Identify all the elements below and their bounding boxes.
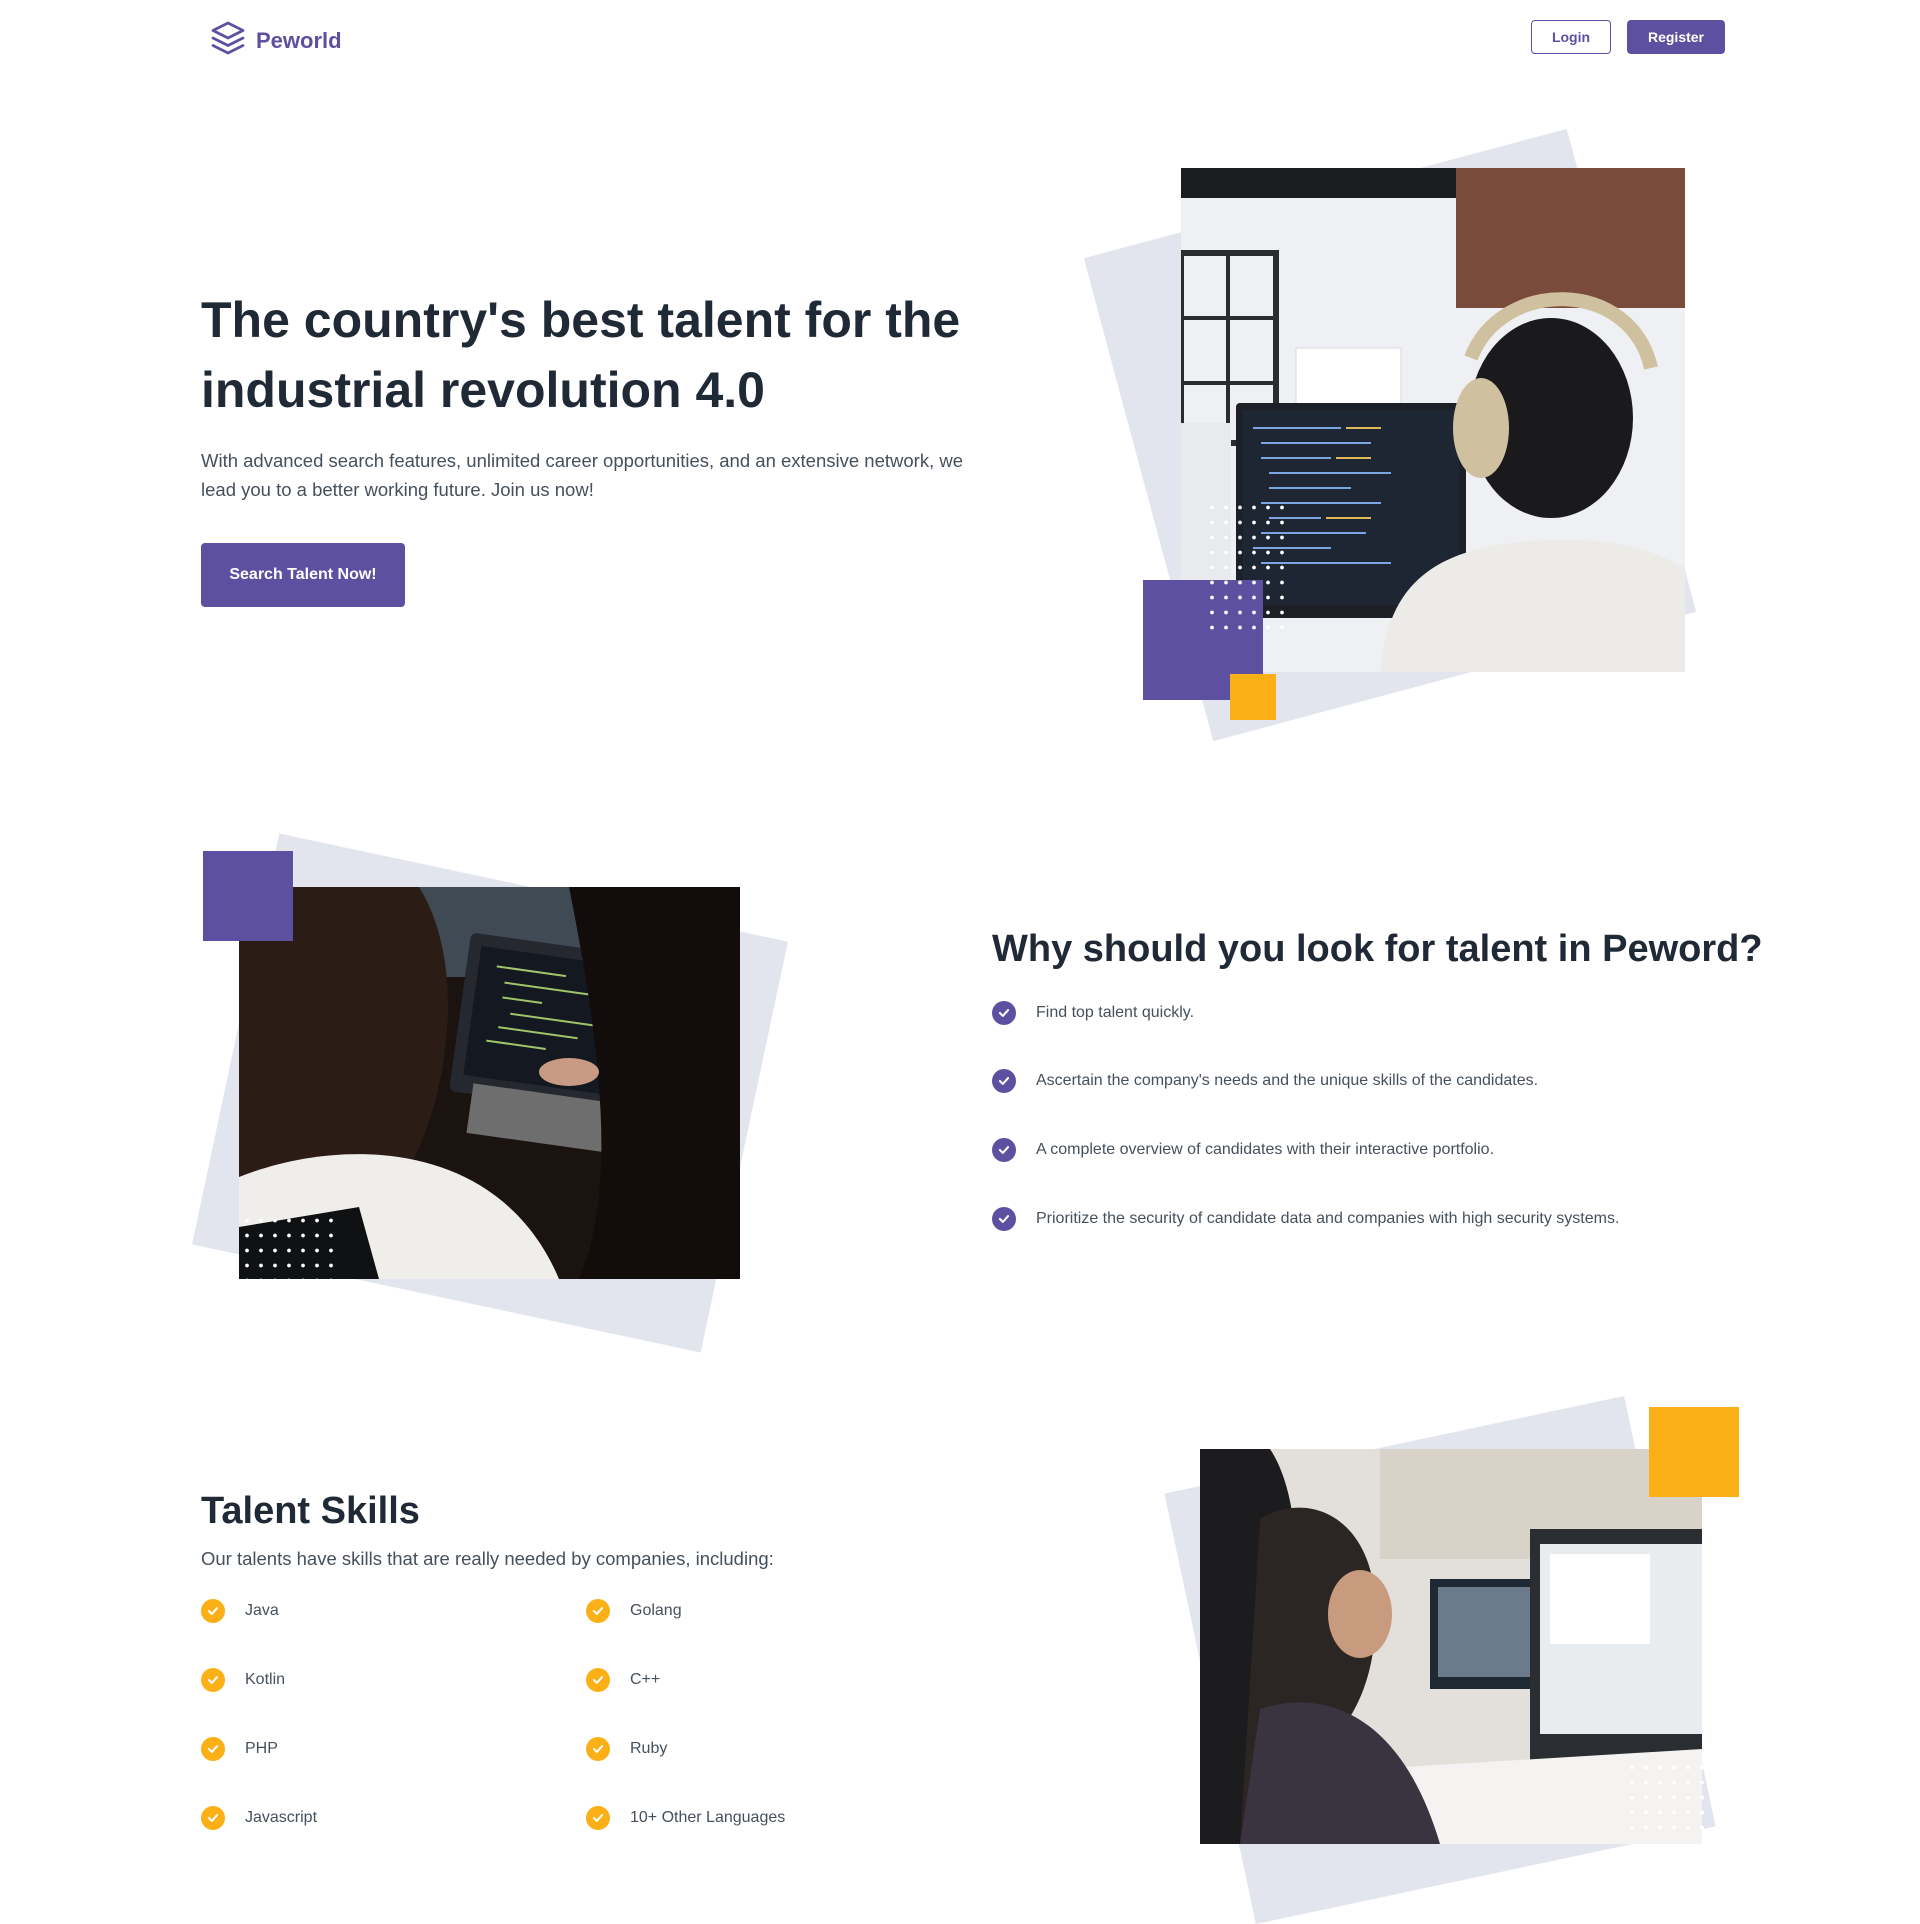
why-item-text: Prioritize the security of candidate dat… bbox=[1036, 1210, 1620, 1227]
skill-item: Kotlin bbox=[201, 1668, 285, 1692]
check-circle-icon bbox=[586, 1599, 610, 1623]
skills-dot-pattern bbox=[1625, 1760, 1705, 1840]
check-circle-icon bbox=[201, 1668, 225, 1692]
layers-icon bbox=[210, 20, 246, 61]
skills-yellow-square bbox=[1649, 1407, 1739, 1497]
check-circle-icon bbox=[586, 1668, 610, 1692]
skill-item: C++ bbox=[586, 1668, 660, 1692]
skills-image-group bbox=[1160, 1395, 1750, 1924]
skill-item: Java bbox=[201, 1599, 279, 1623]
skill-item: PHP bbox=[201, 1737, 278, 1761]
skill-label: Java bbox=[245, 1602, 279, 1619]
why-purple-square bbox=[203, 851, 293, 941]
login-button[interactable]: Login bbox=[1531, 20, 1611, 54]
why-item-text: Ascertain the company's needs and the un… bbox=[1036, 1072, 1539, 1089]
why-item: A complete overview of candidates with t… bbox=[992, 1138, 1494, 1162]
register-button[interactable]: Register bbox=[1627, 20, 1725, 54]
skill-label: C++ bbox=[630, 1671, 661, 1688]
skill-item: Javascript bbox=[201, 1806, 317, 1830]
brand-name: Peworld bbox=[256, 27, 342, 53]
why-item-text: A complete overview of candidates with t… bbox=[1036, 1141, 1495, 1158]
skill-label: Ruby bbox=[630, 1740, 668, 1757]
check-circle-icon bbox=[992, 1207, 1016, 1231]
check-circle-icon bbox=[992, 1001, 1016, 1025]
check-circle-icon bbox=[992, 1069, 1016, 1093]
check-circle-icon bbox=[586, 1737, 610, 1761]
why-item: Prioritize the security of candidate dat… bbox=[992, 1207, 1619, 1231]
check-circle-icon bbox=[201, 1737, 225, 1761]
why-dot-pattern bbox=[240, 1213, 340, 1281]
hero-image-group bbox=[1083, 115, 1740, 745]
why-item: Ascertain the company's needs and the un… bbox=[992, 1069, 1538, 1093]
check-circle-icon bbox=[586, 1806, 610, 1830]
skills-title: Talent Skills bbox=[201, 1490, 420, 1532]
search-talent-button[interactable]: Search Talent Now! bbox=[201, 543, 405, 607]
skills-subtitle: Our talents have skills that are really … bbox=[201, 1548, 774, 1569]
brand-logo[interactable]: Peworld bbox=[210, 20, 342, 61]
check-circle-icon bbox=[992, 1138, 1016, 1162]
skill-item: Golang bbox=[586, 1599, 682, 1623]
check-circle-icon bbox=[201, 1806, 225, 1830]
why-item: Find top talent quickly. bbox=[992, 1001, 1194, 1025]
why-item-text: Find top talent quickly. bbox=[1036, 1004, 1195, 1021]
skill-label: Golang bbox=[630, 1602, 682, 1619]
skill-item: Ruby bbox=[586, 1737, 667, 1761]
hero-subtitle: With advanced search features, unlimited… bbox=[201, 450, 963, 500]
skill-label: Kotlin bbox=[245, 1671, 286, 1688]
why-image-group bbox=[192, 833, 790, 1353]
check-circle-icon bbox=[201, 1599, 225, 1623]
skill-label: PHP bbox=[245, 1740, 278, 1757]
hero-title: The country's best talent for the indust… bbox=[201, 292, 961, 418]
hero-yellow-square bbox=[1230, 674, 1276, 720]
skill-item: 10+ Other Languages bbox=[586, 1806, 785, 1830]
hero-dot-pattern bbox=[1205, 500, 1290, 630]
why-title: Why should you look for talent in Peword… bbox=[992, 928, 1763, 970]
skill-label: Javascript bbox=[245, 1809, 318, 1826]
skill-label: 10+ Other Languages bbox=[630, 1809, 786, 1826]
